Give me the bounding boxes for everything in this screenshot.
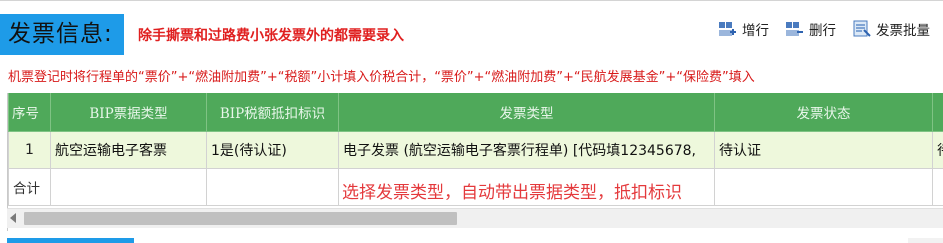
col-header-deduct-flag[interactable]: BIP税额抵扣标识	[206, 93, 339, 132]
instruction-text: 机票登记时将行程单的“票价”+“燃油附加费”+“税额”小计填入价税合计，“票价”…	[8, 70, 755, 85]
batch-invoice-icon	[853, 20, 871, 37]
add-row-button[interactable]: 增行	[718, 19, 769, 39]
section-note: 除手撕票和过路费小张发票外的都需要录入	[138, 28, 404, 44]
batch-invoice-label: 发票批量	[876, 23, 930, 39]
table-header-row: 序号 BIP票据类型 BIP税额抵扣标识 发票类型 发票状态	[8, 93, 943, 132]
batch-invoice-button[interactable]: 发票批量	[852, 19, 930, 39]
horizontal-scrollbar[interactable]	[7, 208, 943, 228]
cell-deduct-flag[interactable]: 1是(待认证)	[206, 131, 339, 169]
table-row[interactable]: 1 航空运输电子客票 1是(待认证) 电子发票 (航空运输电子客票行程单) [代…	[8, 131, 943, 169]
col-header-invoice-type[interactable]: 发票类型	[338, 93, 715, 132]
total-cell-extra	[932, 168, 943, 206]
cell-status[interactable]: 待认证	[714, 131, 933, 169]
annotation-text: 选择发票类型，自动带出票据类型，抵扣标识	[342, 183, 682, 203]
delete-row-icon	[786, 22, 803, 36]
top-divider	[0, 0, 943, 1]
col-header-bip-type[interactable]: BIP票据类型	[50, 93, 207, 132]
next-section-header	[7, 238, 134, 243]
col-header-status[interactable]: 发票状态	[714, 93, 933, 132]
cell-bip-type[interactable]: 航空运输电子客票	[50, 131, 207, 169]
col-header-extra[interactable]	[932, 93, 943, 132]
cell-extra[interactable]: 待	[932, 131, 943, 169]
section-title: 发票信息:	[0, 14, 124, 55]
highlight-underline	[341, 168, 707, 169]
invoice-type-value: 电子发票 (航空运输电子客票行程单) [代码填12345678,	[343, 143, 696, 159]
cell-invoice-type[interactable]: 电子发票 (航空运输电子客票行程单) [代码填12345678,	[338, 131, 715, 169]
add-row-icon	[719, 22, 736, 36]
scrollbar-thumb[interactable]	[24, 212, 457, 225]
cell-index: 1	[8, 131, 51, 169]
total-cell-deduct-flag	[206, 168, 339, 206]
add-row-label: 增行	[742, 23, 769, 39]
col-header-index[interactable]: 序号	[8, 93, 51, 132]
bottom-right-panel	[908, 238, 943, 243]
total-label: 合计	[8, 168, 51, 206]
delete-row-button[interactable]: 删行	[785, 19, 836, 39]
total-cell-status	[714, 168, 933, 206]
total-cell-bip-type	[50, 168, 207, 206]
delete-row-label: 删行	[809, 23, 836, 39]
grid-toolbar: 增行 删行 发票批量	[718, 18, 930, 40]
scroll-left-arrow-icon[interactable]	[10, 213, 16, 223]
